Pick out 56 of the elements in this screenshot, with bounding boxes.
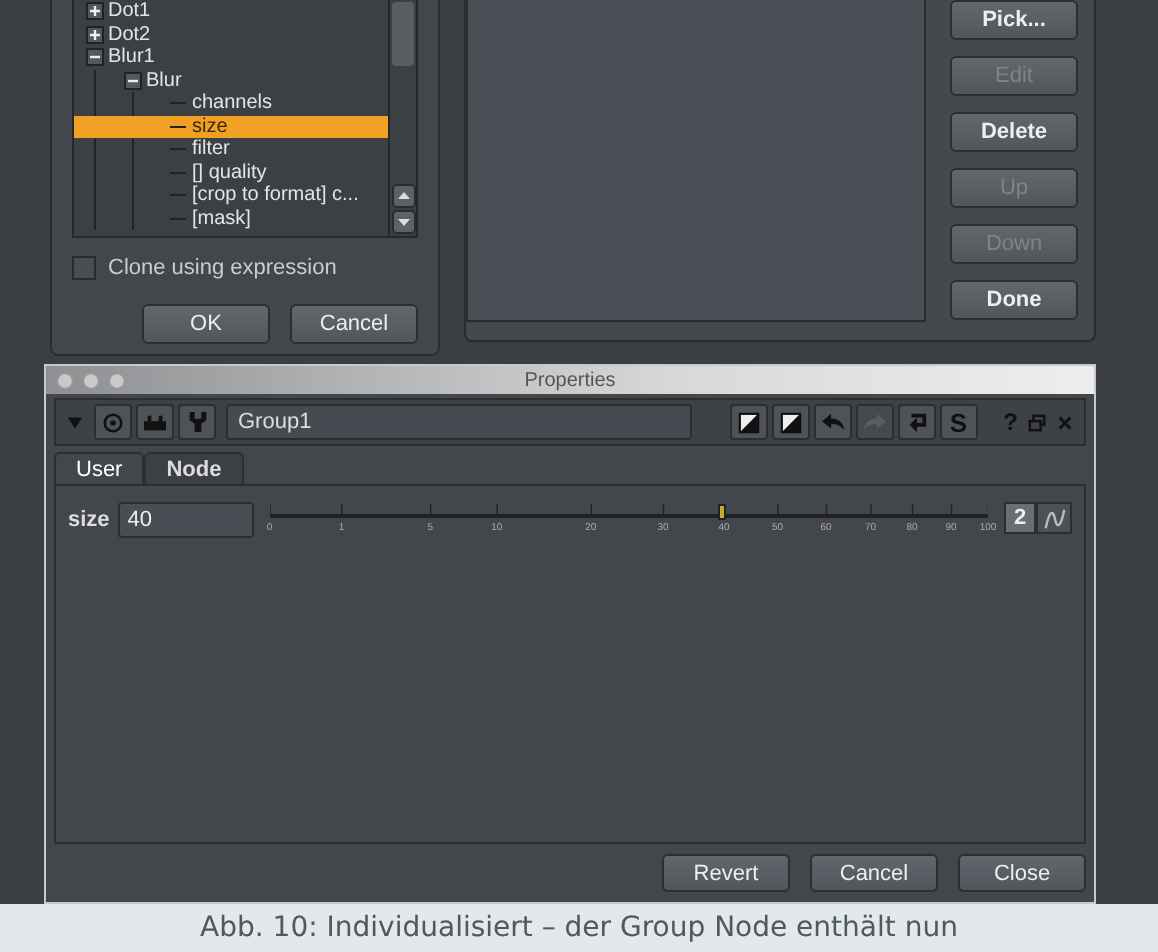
scroll-up-icon[interactable]: [392, 184, 416, 208]
split-square-icon: [737, 411, 760, 433]
undo-icon: [819, 411, 846, 433]
node-name-field[interactable]: Group1: [226, 404, 692, 440]
slider-thumb[interactable]: [718, 504, 727, 520]
dialog-button[interactable]: Cancel: [810, 854, 938, 892]
close-icon[interactable]: [1056, 413, 1074, 431]
window-title: Properties: [522, 369, 618, 391]
dialog-button[interactable]: Cancel: [290, 304, 418, 344]
wrench-icon: [187, 410, 207, 434]
tree-item[interactable]: Dot2: [108, 23, 151, 46]
scroll-thumb[interactable]: [392, 2, 414, 66]
channel-count-button[interactable]: 2: [1004, 502, 1036, 534]
split-view-button[interactable]: [729, 404, 768, 440]
knob-button[interactable]: Pick...: [950, 0, 1078, 40]
dialog-button[interactable]: Revert: [662, 854, 790, 892]
tab[interactable]: Node: [144, 452, 244, 484]
dialog-button[interactable]: OK: [142, 304, 270, 344]
figure-caption: Abb. 10: Individualisiert – der Group Node enthält nun: [200, 912, 958, 948]
wrench-button[interactable]: [178, 404, 216, 440]
tree-item[interactable]: size: [192, 115, 228, 138]
split-view-button[interactable]: [771, 404, 810, 440]
dialog-button[interactable]: Close: [958, 854, 1086, 892]
float-icon[interactable]: [1028, 413, 1046, 431]
redo-icon: [861, 411, 888, 433]
split-square-icon: [779, 411, 802, 433]
checkbox[interactable]: [72, 256, 96, 280]
slider-track[interactable]: [269, 502, 988, 522]
tree-row-highlight[interactable]: size: [74, 115, 388, 138]
tree-item[interactable]: [mask]: [192, 207, 251, 230]
tree-item[interactable]: channels: [192, 92, 273, 115]
revert-button[interactable]: [897, 404, 936, 440]
scrollbar[interactable]: [388, 0, 416, 236]
expand-icon[interactable]: [86, 2, 104, 21]
viewer-button[interactable]: [136, 404, 174, 440]
knob-label: size: [68, 508, 110, 532]
knob-button[interactable]: Done: [950, 280, 1078, 320]
collapse-icon[interactable]: [124, 71, 142, 90]
tree-item[interactable]: [crop to format] c...: [192, 184, 359, 207]
tab[interactable]: User: [54, 452, 145, 484]
scroll-down-icon[interactable]: [392, 210, 416, 234]
tree-item[interactable]: [] quality: [192, 161, 267, 184]
knob-button[interactable]: Delete: [950, 112, 1078, 152]
tree-item[interactable]: Blur1: [108, 46, 155, 69]
tree-item[interactable]: filter: [192, 138, 230, 161]
collapse-icon[interactable]: [86, 48, 104, 67]
viewer-icon: [142, 411, 168, 433]
return-arrow-icon: [905, 411, 928, 433]
tree-item[interactable]: Blur: [146, 69, 182, 92]
checkbox-label: Clone using expression: [108, 256, 337, 280]
target-icon: [102, 411, 124, 433]
tree-item[interactable]: Dot1: [108, 0, 151, 23]
value-field[interactable]: 40: [117, 502, 254, 538]
expand-icon[interactable]: [86, 25, 104, 44]
node-toggle-button[interactable]: [94, 404, 132, 440]
curve-button[interactable]: [1036, 502, 1072, 534]
